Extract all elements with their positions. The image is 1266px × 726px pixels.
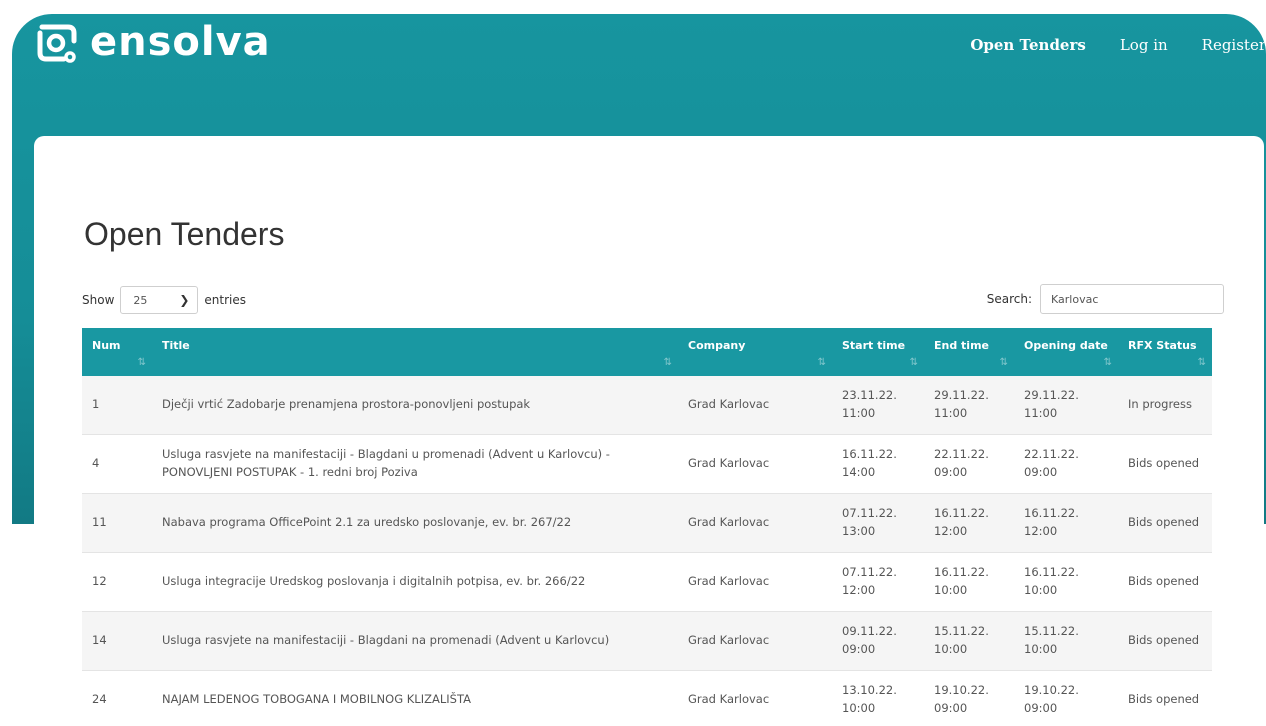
cell-rfx-status: Bids opened [1118,493,1212,553]
cell-opening-date: 16.11.22. 10:00 [1014,552,1118,612]
sort-icon: ⇅ [999,357,1008,368]
cell-end-time: 16.11.22. 10:00 [924,552,1014,612]
cell-num: 24 [82,670,152,726]
table-row[interactable]: 24 NAJAM LEDENOG TOBOGANA I MOBILNOG KLI… [82,670,1212,726]
cell-num: 1 [82,376,152,435]
cell-title[interactable]: Usluga integracije Uredskog poslovanja i… [152,552,678,612]
browser-frame: ensolva Open Tenders Log in Register Ope… [12,14,1266,726]
page-title: Open Tenders [84,216,285,252]
sort-icon: ⇅ [1197,357,1206,368]
table-row[interactable]: 4 Usluga rasvjete na manifestaciji - Bla… [82,434,1212,494]
brand-logo[interactable]: ensolva [34,16,271,68]
sort-icon: ⇅ [909,357,918,368]
search-control: Search: [987,284,1224,314]
cell-rfx-status: Bids opened [1118,434,1212,494]
cell-title[interactable]: Usluga rasvjete na manifestaciji - Blagd… [152,611,678,671]
cell-company: Grad Karlovac [678,376,832,435]
cell-rfx-status: Bids opened [1118,552,1212,612]
search-label: Search: [986,292,1032,306]
brand-name: ensolva [90,19,271,65]
table-header-row: Num ⇅ Title ⇅ Company ⇅ Start time ⇅ End tim… [82,328,1212,376]
cell-end-time: 15.11.22. 10:00 [924,611,1014,671]
cell-title[interactable]: Nabava programa OfficePoint 2.1 za ureds… [152,493,678,553]
sort-icon: ⇅ [1103,357,1112,368]
cell-start-time: 07.11.22. 13:00 [832,493,924,553]
ensolva-logo-icon [37,24,77,63]
cell-company: Grad Karlovac [678,493,832,553]
col-header-opening-date[interactable]: Opening date ⇅ [1014,328,1118,376]
show-label: Show [82,293,115,307]
table-row[interactable]: 1 Dječji vrtić Zadobarje prenamjena pros… [82,376,1212,435]
sort-icon: ⇅ [663,357,672,368]
nav-open-tenders[interactable]: Open Tenders [970,36,1086,54]
cell-num: 12 [82,552,152,612]
cell-title[interactable]: NAJAM LEDENOG TOBOGANA I MOBILNOG KLIZAL… [152,670,678,726]
entries-select-value: 25 [133,293,148,307]
tenders-table: Num ⇅ Title ⇅ Company ⇅ Start time ⇅ End tim… [82,328,1212,726]
col-header-num[interactable]: Num ⇅ [82,328,152,376]
cell-num: 4 [82,434,152,494]
nav-register[interactable]: Register [1202,36,1266,54]
nav-log-in[interactable]: Log in [1120,36,1168,54]
cell-opening-date: 15.11.22. 10:00 [1014,611,1118,671]
col-header-start-time[interactable]: Start time ⇅ [832,328,924,376]
table-row[interactable]: 14 Usluga rasvjete na manifestaciji - Bl… [82,611,1212,671]
entries-control: Show 25 ❯ entries [82,286,246,314]
cell-start-time: 09.11.22. 09:00 [832,611,924,671]
cell-start-time: 16.11.22. 14:00 [832,434,924,494]
sort-icon: ⇅ [817,357,826,368]
cell-company: Grad Karlovac [678,611,832,671]
search-input[interactable] [1040,284,1224,314]
entries-label: entries [204,293,246,307]
col-header-title[interactable]: Title ⇅ [152,328,678,376]
chevron-down-icon: ❯ [179,293,190,307]
cell-rfx-status: Bids opened [1118,670,1212,726]
cell-num: 14 [82,611,152,671]
cell-start-time: 23.11.22. 11:00 [832,376,924,435]
sort-icon: ⇅ [137,357,146,368]
col-header-company[interactable]: Company ⇅ [678,328,832,376]
cell-title[interactable]: Dječji vrtić Zadobarje prenamjena prosto… [152,376,678,435]
cell-rfx-status: Bids opened [1118,611,1212,671]
cell-end-time: 19.10.22. 09:00 [924,670,1014,726]
table-row[interactable]: 11 Nabava programa OfficePoint 2.1 za ur… [82,493,1212,553]
top-nav: Open Tenders Log in Register [970,36,1266,54]
cell-company: Grad Karlovac [678,670,832,726]
cell-rfx-status: In progress [1118,376,1212,435]
cell-start-time: 13.10.22. 10:00 [832,670,924,726]
table-row[interactable]: 12 Usluga integracije Uredskog poslovanj… [82,552,1212,612]
cell-opening-date: 19.10.22. 09:00 [1014,670,1118,726]
cell-start-time: 07.11.22. 12:00 [832,552,924,612]
cell-end-time: 29.11.22. 11:00 [924,376,1014,435]
cell-title[interactable]: Usluga rasvjete na manifestaciji - Blagd… [152,434,678,494]
cell-opening-date: 16.11.22. 12:00 [1014,493,1118,553]
cell-end-time: 22.11.22. 09:00 [924,434,1014,494]
cell-company: Grad Karlovac [678,434,832,494]
cell-opening-date: 29.11.22. 11:00 [1014,376,1118,435]
col-header-rfx-status[interactable]: RFX Status ⇅ [1118,328,1212,376]
cell-num: 11 [82,493,152,553]
cell-opening-date: 22.11.22. 09:00 [1014,434,1118,494]
cell-company: Grad Karlovac [678,552,832,612]
content-card: Open Tenders Show 25 ❯ entries Search: N… [34,136,1264,726]
cell-end-time: 16.11.22. 12:00 [924,493,1014,553]
entries-select[interactable]: 25 ❯ [120,286,199,314]
col-header-end-time[interactable]: End time ⇅ [924,328,1014,376]
